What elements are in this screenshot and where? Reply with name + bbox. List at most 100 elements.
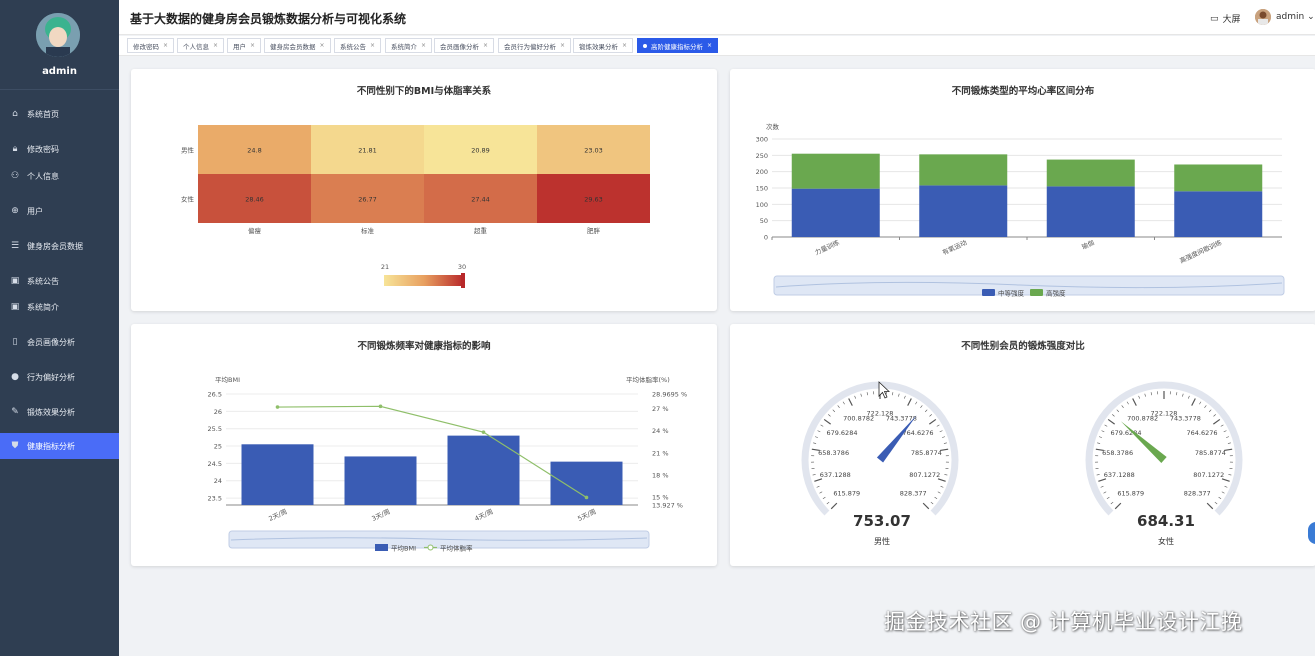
gauge-tick-label: 637.1288: [1104, 471, 1135, 479]
list-icon: ☰: [10, 241, 20, 251]
gauge-tick: [1101, 430, 1105, 433]
gauge-tick: [1214, 501, 1218, 505]
y-tick-label: 250: [756, 152, 768, 160]
gauge-tick: [860, 393, 862, 397]
tab-close-icon[interactable]: ×: [250, 42, 255, 49]
tab-0[interactable]: 修改密码 ×: [127, 38, 175, 53]
tab-close-icon[interactable]: ×: [483, 42, 488, 49]
sidebar-item-1[interactable]: 🔒︎ 修改密码: [0, 136, 119, 162]
tab-label: 系统简介: [391, 42, 417, 51]
x-tick-label: 2天/周: [267, 508, 288, 523]
gauge-tick: [1176, 392, 1178, 396]
gauge-tick: [812, 474, 816, 476]
left-tick-label: 24.5: [208, 460, 222, 468]
bigscreen-button[interactable]: ▭ 大屏: [1210, 12, 1241, 26]
heatmap-x-label: 超重: [474, 226, 488, 235]
gauge-tick: [854, 395, 856, 399]
sidebar-item-6[interactable]: ▣ 系统简介: [0, 294, 119, 320]
bulb-icon: ●: [11, 372, 19, 382]
tab-7[interactable]: 会员行为偏好分析 ×: [498, 38, 572, 53]
tab-label: 修改密码: [133, 42, 159, 51]
floating-side-button[interactable]: [1308, 522, 1315, 544]
notice-icon: ▣: [10, 276, 20, 286]
y-tick-label: 200: [756, 168, 768, 176]
tab-2[interactable]: 用户 ×: [227, 38, 262, 53]
gauge-name: 男性: [874, 536, 890, 546]
sidebar-item-label: 个人信息: [27, 171, 59, 181]
gauge-tick-label: 658.3786: [1102, 449, 1133, 457]
gauge-tick: [1114, 502, 1122, 510]
tab-3[interactable]: 健身房会员数据 ×: [264, 38, 331, 53]
gauge-tick: [939, 430, 943, 433]
chevron-down-icon: ⌄: [1307, 12, 1315, 22]
sidebar-item-0[interactable]: ⌂ 系统首页: [0, 101, 119, 127]
left-tick-label: 25.5: [208, 425, 222, 433]
tab-close-icon[interactable]: ×: [707, 42, 712, 49]
sidebar-item-7[interactable]: ▯ 会员画像分析: [0, 329, 119, 355]
gauge-tick: [813, 442, 817, 444]
legend-line-marker: [427, 544, 434, 551]
sidebar-item-3[interactable]: ⊕ 用户: [0, 198, 119, 224]
intensity-card: 不同性别会员的锻炼强度对比 615.879 637.1288 658.3786 679…: [730, 324, 1315, 566]
right-tick-label: 21 %: [652, 449, 669, 457]
gauge-tick-label: 807.1272: [1193, 471, 1224, 479]
gauge-tick: [934, 496, 938, 500]
gauge-tick: [1103, 491, 1107, 494]
tab-5[interactable]: 系统简介 ×: [385, 38, 433, 53]
sidebar-item-label: 健康指标分析: [27, 441, 75, 451]
gauge-tick: [866, 392, 868, 396]
tab-4[interactable]: 系统公告 ×: [334, 38, 382, 53]
tab-close-icon[interactable]: ×: [370, 42, 375, 49]
header-avatar[interactable]: [1255, 9, 1271, 25]
sidebar-item-9[interactable]: ✎ 锻炼效果分析: [0, 399, 119, 425]
x-tick-label: 3天/周: [370, 508, 391, 523]
tab-6[interactable]: 会员画像分析 ×: [434, 38, 495, 53]
tab-close-icon[interactable]: ×: [560, 42, 565, 49]
left-tick-label: 26.5: [208, 391, 222, 399]
gauge-tick: [1199, 401, 1202, 405]
gauge-tick: [1206, 502, 1214, 510]
gauge-value: 753.07: [853, 512, 911, 530]
gauge-tick: [1098, 478, 1107, 482]
gauge-tick: [1208, 409, 1212, 413]
heatmap-card: 不同性别下的BMI与体脂率关系 男性 24.8 21.81 20.89 23.03 女性 2…: [131, 69, 717, 311]
sidebar-item-8[interactable]: ● 行为偏好分析: [0, 364, 119, 390]
sidebar-item-label: 修改密码: [27, 144, 59, 154]
gauge-tick: [1100, 485, 1104, 488]
sidebar-item-10[interactable]: ⛊ 健康指标分析: [0, 433, 119, 459]
tab-8[interactable]: 锻炼效果分析 ×: [573, 38, 634, 53]
gauge-tick: [819, 491, 823, 494]
x-tick-label: 高强度间歇训练: [1178, 237, 1223, 265]
tab-close-icon[interactable]: ×: [163, 42, 168, 49]
tab-9[interactable]: 高阶健康指标分析 ×: [637, 38, 719, 53]
header-username[interactable]: admin ⌄: [1276, 12, 1315, 22]
gauge-tick: [1220, 424, 1224, 427]
gauge-tick: [941, 436, 946, 438]
heatmap-cell-label: 24.8: [247, 147, 261, 155]
tab-close-icon[interactable]: ×: [622, 42, 627, 49]
sidebar-item-label: 系统首页: [27, 109, 59, 119]
tab-close-icon[interactable]: ×: [213, 42, 218, 49]
gauge-tick: [928, 418, 937, 425]
tab-1[interactable]: 个人信息 ×: [177, 38, 225, 53]
sidebar-item-4[interactable]: ☰ 健身房会员数据: [0, 233, 119, 259]
gauge-value: 684.31: [1137, 512, 1195, 530]
gauge-tick: [822, 496, 826, 500]
sidebar-item-2[interactable]: ⚇ 个人信息: [0, 163, 119, 189]
gauge-tick: [1144, 393, 1146, 397]
heatmap-cell-label: 27.44: [471, 196, 490, 204]
gauge-tick: [1110, 501, 1114, 505]
x-tick-label: 5天/周: [576, 508, 597, 523]
gauge-tick: [823, 418, 832, 425]
tab-close-icon[interactable]: ×: [421, 42, 426, 49]
tab-label: 高阶健康指标分析: [651, 42, 703, 51]
tab-close-icon[interactable]: ×: [320, 42, 325, 49]
stacked-bar-segment: [1046, 159, 1135, 187]
heatmap-chart: 男性 24.8 21.81 20.89 23.03 女性 28.46 26.77 27.44 29…: [181, 125, 650, 288]
heatmap-cell-label: 28.46: [245, 196, 264, 204]
gauge-tick: [826, 501, 830, 505]
sidebar-item-5[interactable]: ▣ 系统公告: [0, 268, 119, 294]
gauge-tick: [814, 478, 823, 482]
heatmap-x-label: 偏瘦: [248, 226, 262, 235]
stacked-bar-segment: [1046, 186, 1135, 237]
